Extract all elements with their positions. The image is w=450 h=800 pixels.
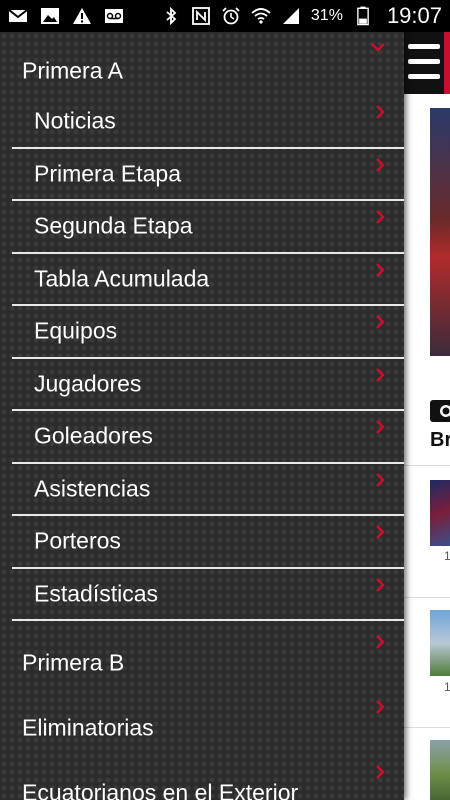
divider xyxy=(404,597,450,598)
clock: 19:07 xyxy=(386,3,442,28)
chevron-right-icon xyxy=(375,764,385,780)
image-icon xyxy=(40,7,60,25)
chevron-right-icon xyxy=(375,472,385,488)
submenu-item[interactable]: Goleadores xyxy=(0,411,404,462)
wifi-icon xyxy=(251,7,271,25)
section-label: Primera A xyxy=(22,57,123,84)
submenu-item-label: Porteros xyxy=(34,527,121,554)
gallery-title-fragment: Br xyxy=(430,429,450,451)
submenu-item-label: Equipos xyxy=(34,317,118,344)
news-caption: 1 xyxy=(444,549,450,563)
submenu-item[interactable]: Asistencias xyxy=(0,464,404,515)
section-primera-a[interactable]: Primera A xyxy=(0,50,404,92)
submenu-item-label: Primera Etapa xyxy=(34,160,182,187)
divider xyxy=(404,727,450,728)
menu-line-icon xyxy=(408,59,440,64)
menu-section[interactable]: Primera B xyxy=(0,630,404,695)
camera-icon xyxy=(430,394,450,424)
signal-icon xyxy=(281,7,301,25)
featured-image[interactable] xyxy=(430,108,450,356)
submenu-item[interactable]: Estadísticas xyxy=(0,569,404,620)
navigation-drawer: Primera A Noticias Primera Etapa Segunda E… xyxy=(0,32,404,800)
submenu-item-label: Noticias xyxy=(34,107,116,134)
menu-section-label: Ecuatorianos en el Exterior xyxy=(22,779,299,800)
submenu-item-label: Tabla Acumulada xyxy=(34,265,210,292)
battery-percent: 31% xyxy=(310,7,343,24)
news-thumbnail[interactable] xyxy=(430,610,450,676)
chevron-right-icon xyxy=(375,209,385,225)
submenu-item[interactable]: Primera Etapa xyxy=(0,149,404,200)
chevron-right-icon xyxy=(375,699,385,715)
submenu-item[interactable]: Noticias xyxy=(0,96,404,147)
submenu-item-label: Jugadores xyxy=(34,370,142,397)
submenu-item-label: Estadísticas xyxy=(34,580,158,607)
menu-section-label: Primera B xyxy=(22,649,125,675)
chevron-right-icon xyxy=(375,262,385,278)
nfc-icon xyxy=(191,7,211,25)
status-bar: 31% 19:07 xyxy=(0,0,450,32)
chevron-right-icon xyxy=(375,314,385,330)
news-thumbnail[interactable] xyxy=(430,480,450,546)
news-thumbnail[interactable] xyxy=(430,740,450,800)
alarm-icon xyxy=(221,7,241,25)
mail-icon xyxy=(8,7,28,25)
submenu-item[interactable]: Jugadores xyxy=(0,359,404,410)
divider xyxy=(404,465,450,466)
chevron-right-icon xyxy=(375,367,385,383)
warning-icon xyxy=(72,7,92,25)
chevron-right-icon xyxy=(375,157,385,173)
menu-section[interactable]: Ecuatorianos en el Exterior xyxy=(0,760,404,800)
menu-line-icon xyxy=(408,44,440,49)
submenu-item[interactable]: Segunda Etapa xyxy=(0,201,404,252)
chevron-right-icon xyxy=(375,104,385,120)
submenu-item[interactable]: Porteros xyxy=(0,516,404,567)
menu-divider xyxy=(12,619,404,621)
chevron-right-icon xyxy=(375,524,385,540)
menu-line-icon xyxy=(408,74,440,79)
submenu-item-label: Segunda Etapa xyxy=(34,212,193,239)
menu-section[interactable]: Eliminatorias xyxy=(0,695,404,760)
background-app-content: Br 1 1 xyxy=(404,32,450,800)
bluetooth-icon xyxy=(161,7,181,25)
chevron-right-icon xyxy=(375,577,385,593)
news-caption: 1 xyxy=(444,680,450,694)
submenu-item[interactable]: Tabla Acumulada xyxy=(0,254,404,305)
menu-section-label: Eliminatorias xyxy=(22,714,154,740)
chevron-right-icon xyxy=(375,419,385,435)
battery-icon xyxy=(353,6,373,26)
submenu-item[interactable]: Equipos xyxy=(0,306,404,357)
chevron-right-icon xyxy=(375,634,385,650)
accent-strip xyxy=(444,32,450,94)
submenu-item-label: Goleadores xyxy=(34,422,153,449)
voicemail-icon xyxy=(104,7,124,25)
menu-toggle-button[interactable] xyxy=(404,32,450,94)
submenu-item-label: Asistencias xyxy=(34,475,151,502)
